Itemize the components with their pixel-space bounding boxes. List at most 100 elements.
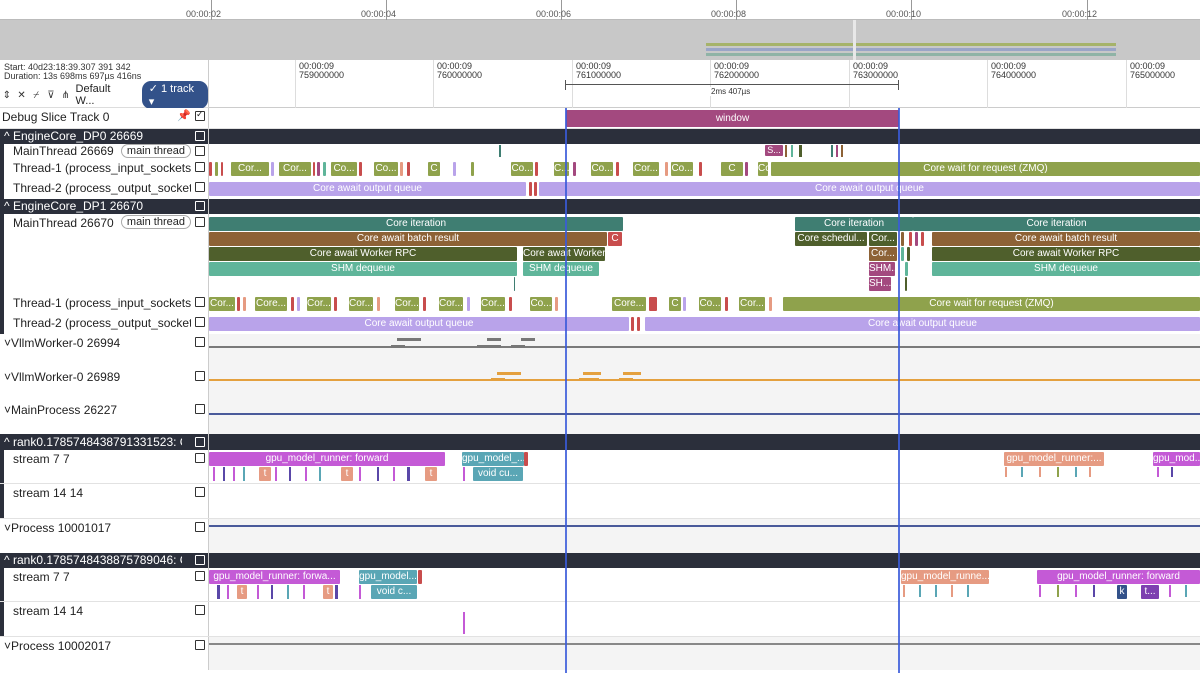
slice-worker-rpc[interactable]: Core await Worker RPC bbox=[209, 247, 517, 261]
unpin-icon[interactable]: ⌿ bbox=[31, 89, 41, 101]
slice-core-iteration[interactable]: Core iteration bbox=[209, 217, 623, 231]
filter-icon[interactable]: ⊽ bbox=[46, 89, 56, 101]
slice-gpu[interactable]: gpu_model_runne... bbox=[901, 570, 989, 584]
slice-output-queue[interactable]: Core await output queue bbox=[645, 317, 1200, 331]
group-select-checkbox[interactable] bbox=[195, 437, 205, 447]
slice[interactable]: Cor... bbox=[869, 247, 897, 261]
track-panel[interactable]: Debug Slice Track 0 📌 window ^ EngineCor… bbox=[0, 108, 1200, 673]
track-filter-button[interactable]: ✓ 1 track ▾ bbox=[141, 81, 208, 109]
slice[interactable]: t bbox=[259, 467, 271, 481]
track-canvas[interactable] bbox=[209, 637, 1200, 670]
slice-worker-rpc[interactable]: Core await Worker RPC bbox=[932, 247, 1200, 261]
track-canvas[interactable]: window bbox=[209, 108, 1200, 129]
track-canvas[interactable] bbox=[209, 368, 1200, 401]
track-select-checkbox[interactable] bbox=[195, 640, 205, 650]
time-axis[interactable]: 00:00:09 759000000 00:00:09 760000000 00:0… bbox=[209, 60, 1200, 108]
slice-window[interactable]: window bbox=[566, 110, 899, 127]
track-select-checkbox[interactable] bbox=[195, 182, 205, 192]
slice[interactable]: Cor... bbox=[481, 297, 505, 311]
slice-batch[interactable]: Core await batch result bbox=[932, 232, 1200, 246]
track-rank-a-stream14[interactable]: stream 14 14 bbox=[0, 484, 1200, 519]
slice[interactable]: S... bbox=[765, 145, 783, 156]
slice-output-queue[interactable]: Core await output queue bbox=[209, 317, 629, 331]
slice-output-queue[interactable]: Core await output queue bbox=[539, 182, 1200, 196]
track-dp1-thread2[interactable]: Thread-2 (process_output_sockets) ... Co… bbox=[0, 314, 1200, 334]
track-select-checkbox[interactable] bbox=[195, 217, 205, 227]
track-select-checkbox[interactable] bbox=[195, 297, 205, 307]
track-select-checkbox[interactable] bbox=[195, 522, 205, 532]
track-rank-a-stream7[interactable]: stream 7 7 gpu_model_runner: forward gpu… bbox=[0, 450, 1200, 484]
track-canvas[interactable]: gpu_model_runner: forwa... gpu_model... … bbox=[209, 568, 1200, 602]
chevron-down-icon[interactable]: ˅ bbox=[4, 521, 11, 535]
slice-core-iteration[interactable]: Core iteration bbox=[913, 217, 1200, 231]
track-select-checkbox[interactable] bbox=[195, 605, 205, 615]
track-select-checkbox[interactable] bbox=[195, 337, 205, 347]
track-select-checkbox[interactable] bbox=[195, 404, 205, 414]
slice[interactable]: Co... bbox=[374, 162, 398, 176]
slice[interactable]: t bbox=[323, 585, 333, 599]
workspace-tree-icon[interactable]: ⋔ bbox=[61, 89, 71, 101]
timeline-overview[interactable]: 00:00:02 00:00:04 00:00:06 00:00:08 00:0… bbox=[0, 0, 1200, 60]
slice[interactable]: Core schedul... bbox=[795, 232, 867, 246]
slice[interactable]: Co... bbox=[591, 162, 613, 176]
track-mainprocess[interactable]: ˅MainProcess 26227 bbox=[0, 401, 1200, 434]
slice-core-wait[interactable]: Core wait for request (ZMQ) bbox=[771, 162, 1200, 176]
slice-gpu[interactable]: gpu_model_... bbox=[462, 452, 524, 466]
slice-gpu-forward[interactable]: gpu_model_runner: forward bbox=[1037, 570, 1200, 584]
expand-collapse-icon[interactable]: ⇕ bbox=[2, 89, 12, 101]
slice[interactable]: Cor... bbox=[633, 162, 659, 176]
slice-gpu[interactable]: gpu_model... bbox=[359, 570, 417, 584]
slice-void[interactable]: void c... bbox=[371, 585, 417, 599]
track-canvas[interactable]: Core await output queue Core await outpu… bbox=[209, 314, 1200, 334]
slice[interactable]: Cor... bbox=[349, 297, 373, 311]
slice[interactable]: C bbox=[608, 232, 622, 246]
track-select-checkbox[interactable] bbox=[195, 162, 205, 172]
track-dp1-thread1[interactable]: Thread-1 (process_input_sockets) 2... Co… bbox=[0, 294, 1200, 314]
track-worker-26989[interactable]: ˅VllmWorker-0 26989 bbox=[0, 368, 1200, 401]
track-rank-b-stream14[interactable]: stream 14 14 bbox=[0, 602, 1200, 637]
chevron-up-icon[interactable]: ^ bbox=[4, 553, 13, 567]
track-select-checkbox[interactable] bbox=[195, 109, 205, 121]
track-process-10001017[interactable]: ˅Process 10001017 bbox=[0, 519, 1200, 553]
slice-gpu-forward[interactable]: gpu_model_runner: forwa... bbox=[209, 570, 340, 584]
track-canvas[interactable] bbox=[209, 484, 1200, 519]
chevron-down-icon[interactable]: ˅ bbox=[4, 370, 11, 384]
collapse-all-icon[interactable]: ✕ bbox=[17, 89, 27, 101]
slice-void[interactable]: void cu... bbox=[473, 467, 523, 481]
track-dp0-thread2[interactable]: Thread-2 (process_output_sockets) ... Co… bbox=[0, 179, 1200, 199]
slice[interactable]: Co... bbox=[511, 162, 533, 176]
track-canvas[interactable]: Cor... Core... Cor... Cor... Cor... Cor.… bbox=[209, 294, 1200, 314]
group-select-checkbox[interactable] bbox=[195, 131, 205, 141]
slice[interactable]: t bbox=[425, 467, 437, 481]
slice[interactable]: t bbox=[341, 467, 353, 481]
chevron-up-icon[interactable]: ^ bbox=[4, 435, 13, 449]
slice[interactable]: SH... bbox=[869, 277, 891, 291]
track-select-checkbox[interactable] bbox=[195, 487, 205, 497]
slice-core-iteration[interactable]: Core iteration bbox=[795, 217, 913, 231]
slice[interactable]: Core... bbox=[255, 297, 287, 311]
slice[interactable]: Core... bbox=[612, 297, 646, 311]
slice[interactable]: Cor... bbox=[307, 297, 331, 311]
slice[interactable]: Cor... bbox=[209, 297, 235, 311]
slice[interactable]: C... bbox=[554, 162, 569, 176]
slice[interactable]: Core wait for request (ZMQ) bbox=[758, 162, 768, 176]
track-canvas[interactable]: Cor... Cor... Co... Co... C Co... C... C… bbox=[209, 159, 1200, 179]
track-canvas[interactable] bbox=[209, 602, 1200, 637]
track-canvas[interactable] bbox=[209, 401, 1200, 434]
track-process-10002017[interactable]: ˅Process 10002017 bbox=[0, 637, 1200, 670]
track-canvas[interactable]: gpu_model_runner: forward gpu_model_... … bbox=[209, 450, 1200, 484]
track-dp0-thread1[interactable]: Thread-1 (process_input_sockets) 2... Co… bbox=[0, 159, 1200, 179]
track-select-checkbox[interactable] bbox=[195, 371, 205, 381]
track-rank-b-stream7[interactable]: stream 7 7 gpu_model_runner: forwa... gp… bbox=[0, 568, 1200, 602]
track-select-checkbox[interactable] bbox=[195, 571, 205, 581]
group-header-dp0[interactable]: ^ EngineCore_DP0 26669 bbox=[0, 129, 1200, 144]
slice-gpu[interactable]: gpu_model_runner:... bbox=[1004, 452, 1104, 466]
slice-shm[interactable]: SHM dequeue bbox=[932, 262, 1200, 276]
track-worker-26994[interactable]: ˅VllmWorker-0 26994 bbox=[0, 334, 1200, 368]
slice[interactable]: k bbox=[1117, 585, 1127, 599]
chevron-down-icon[interactable]: ˅ bbox=[4, 336, 11, 350]
track-canvas[interactable] bbox=[209, 519, 1200, 553]
chevron-down-icon[interactable]: ˅ bbox=[4, 639, 11, 653]
overview-viewport-marker[interactable] bbox=[853, 20, 856, 60]
slice[interactable]: Co... bbox=[331, 162, 357, 176]
